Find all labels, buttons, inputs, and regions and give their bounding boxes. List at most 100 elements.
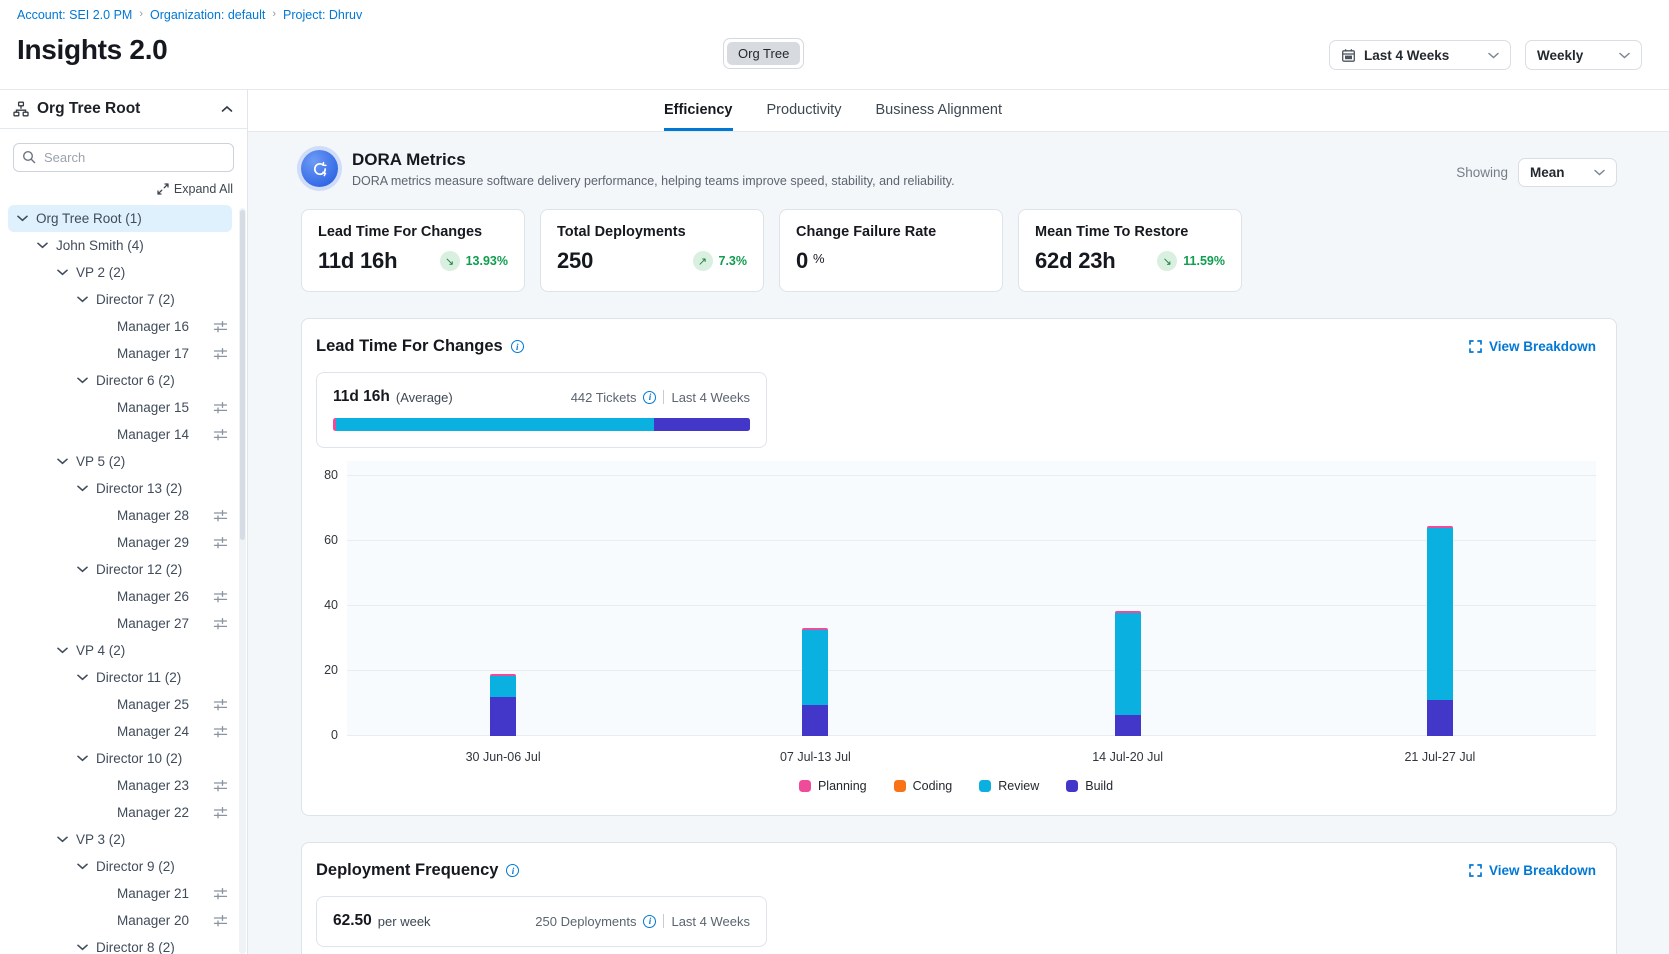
chevron-down-icon[interactable] (74, 481, 90, 497)
lead-time-view-breakdown-link[interactable]: View Breakdown (1469, 339, 1596, 354)
tab-business-alignment[interactable]: Business Alignment (875, 90, 1002, 131)
tree-item[interactable]: Manager 14 (8, 421, 232, 448)
tree-item[interactable]: VP 4 (2) (8, 637, 232, 664)
tree-item[interactable]: Org Tree Root (1) (8, 205, 232, 232)
chevron-down-icon[interactable] (74, 859, 90, 875)
tree-item[interactable]: Manager 22 (8, 799, 232, 826)
filters-icon[interactable] (213, 913, 228, 928)
tree-item[interactable]: Director 7 (2) (8, 286, 232, 313)
legend-item-coding[interactable]: Coding (894, 779, 953, 793)
filters-icon[interactable] (213, 427, 228, 442)
tab-productivity[interactable]: Productivity (767, 90, 842, 131)
bar-14 Jul-20 Jul[interactable] (1115, 611, 1141, 737)
tree-item[interactable]: Manager 23 (8, 772, 232, 799)
sidebar-scrollbar[interactable] (239, 208, 246, 954)
tree-item[interactable]: Manager 28 (8, 502, 232, 529)
info-icon[interactable]: i (643, 915, 656, 928)
filters-icon[interactable] (213, 319, 228, 334)
deployment-view-breakdown-link[interactable]: View Breakdown (1469, 863, 1596, 878)
tree-item[interactable]: Director 8 (2) (8, 934, 232, 954)
chevron-down-icon[interactable] (14, 211, 30, 227)
tree-item[interactable]: Director 9 (2) (8, 853, 232, 880)
meta-divider (663, 914, 664, 928)
chevron-down-icon[interactable] (54, 832, 70, 848)
filters-icon[interactable] (213, 616, 228, 631)
filters-icon[interactable] (213, 778, 228, 793)
bar-07 Jul-13 Jul[interactable] (802, 628, 828, 736)
tree-item[interactable]: Manager 20 (8, 907, 232, 934)
tree-item[interactable]: Director 12 (2) (8, 556, 232, 583)
chevron-down-icon[interactable] (54, 454, 70, 470)
filters-icon[interactable] (213, 508, 228, 523)
filters-icon[interactable] (213, 589, 228, 604)
tab-efficiency[interactable]: Efficiency (664, 90, 733, 131)
deployment-rate-qualifier: per week (378, 914, 431, 929)
tree-item[interactable]: Director 13 (2) (8, 475, 232, 502)
bar-segment-build (1427, 700, 1453, 736)
tree-item[interactable]: Manager 24 (8, 718, 232, 745)
filters-icon[interactable] (213, 724, 228, 739)
filters-icon[interactable] (213, 346, 228, 361)
filters-icon[interactable] (213, 805, 228, 820)
org-tree-button[interactable]: Org Tree (727, 42, 800, 65)
bar-21 Jul-27 Jul[interactable] (1427, 526, 1453, 736)
breadcrumb-organization-link[interactable]: Organization: default (150, 8, 265, 22)
y-tick-label: 0 (331, 728, 338, 742)
lead-time-average-qualifier: (Average) (396, 390, 453, 405)
tree-item[interactable]: Manager 26 (8, 583, 232, 610)
tree-item[interactable]: Manager 17 (8, 340, 232, 367)
content-area: DORA Metrics DORA metrics measure softwa… (248, 132, 1669, 954)
gridline (347, 605, 1596, 606)
filters-icon[interactable] (213, 697, 228, 712)
chevron-down-icon[interactable] (74, 940, 90, 954)
tree-item[interactable]: VP 2 (2) (8, 259, 232, 286)
tree-item[interactable]: Director 6 (2) (8, 367, 232, 394)
tree-item-label: Director 12 (2) (96, 562, 182, 577)
expand-all-button[interactable]: Expand All (0, 182, 233, 196)
chevron-down-icon[interactable] (54, 265, 70, 281)
trend-percent: 7.3% (719, 254, 748, 268)
tree-item[interactable]: VP 5 (2) (8, 448, 232, 475)
date-range-select[interactable]: Last 4 Weeks (1329, 40, 1511, 70)
chevron-down-icon[interactable] (74, 670, 90, 686)
chevron-down-icon[interactable] (54, 643, 70, 659)
tree-item[interactable]: Manager 16 (8, 313, 232, 340)
tree-item[interactable]: Manager 27 (8, 610, 232, 637)
info-icon[interactable]: i (643, 391, 656, 404)
tree-item[interactable]: Manager 25 (8, 691, 232, 718)
search-input[interactable] (13, 143, 234, 172)
chevron-down-icon[interactable] (74, 751, 90, 767)
legend-item-build[interactable]: Build (1066, 779, 1113, 793)
metric-unit: % (813, 251, 825, 266)
tree-item[interactable]: Manager 21 (8, 880, 232, 907)
filters-icon[interactable] (213, 535, 228, 550)
tree-item[interactable]: Manager 15 (8, 394, 232, 421)
showing-select[interactable]: Mean (1518, 158, 1617, 187)
breadcrumb-account-link[interactable]: Account: SEI 2.0 PM (17, 8, 132, 22)
tree-item[interactable]: VP 3 (2) (8, 826, 232, 853)
chevron-down-icon[interactable] (74, 373, 90, 389)
breadcrumb-separator-icon: › (272, 8, 276, 20)
breadcrumb: Account: SEI 2.0 PM › Organization: defa… (17, 8, 362, 22)
info-icon[interactable]: i (511, 340, 524, 353)
chevron-down-icon[interactable] (74, 292, 90, 308)
tree-item[interactable]: Director 11 (2) (8, 664, 232, 691)
granularity-select[interactable]: Weekly (1525, 40, 1642, 70)
y-tick-label: 80 (324, 468, 338, 482)
breadcrumb-separator-icon: › (139, 8, 143, 20)
chevron-down-icon[interactable] (74, 562, 90, 578)
filters-icon[interactable] (213, 886, 228, 901)
info-icon[interactable]: i (506, 864, 519, 877)
tree-item[interactable]: Manager 29 (8, 529, 232, 556)
tree-item[interactable]: John Smith (4) (8, 232, 232, 259)
sidebar-collapse-chevron-icon[interactable] (221, 105, 233, 113)
bar-30 Jun-06 Jul[interactable] (490, 674, 516, 736)
tree-item[interactable]: Director 10 (2) (8, 745, 232, 772)
chevron-down-icon[interactable] (34, 238, 50, 254)
filters-icon[interactable] (213, 400, 228, 415)
metric-title: Mean Time To Restore (1035, 224, 1225, 240)
sidebar-scrollbar-thumb[interactable] (240, 210, 245, 540)
legend-item-review[interactable]: Review (979, 779, 1039, 793)
breadcrumb-project-link[interactable]: Project: Dhruv (283, 8, 362, 22)
legend-item-planning[interactable]: Planning (799, 779, 867, 793)
